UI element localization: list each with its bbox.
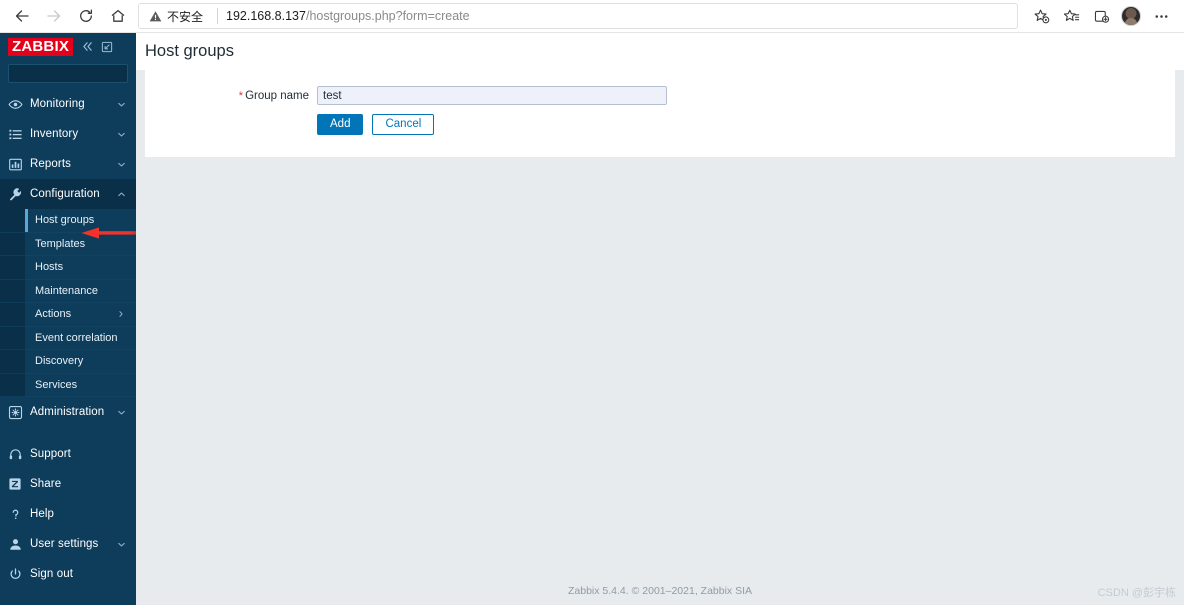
chevron-right-icon[interactable] <box>117 310 125 318</box>
sidebar-search-wrap <box>0 60 168 89</box>
eye-icon <box>8 97 30 112</box>
more-options-icon[interactable] <box>1146 1 1176 31</box>
submenu-label: Services <box>35 378 78 391</box>
chevron-double-left-icon[interactable] <box>81 40 94 53</box>
security-label: 不安全 <box>167 9 204 24</box>
sidebar-item-administration[interactable]: Administration <box>0 397 136 427</box>
chevron-down-icon[interactable] <box>117 100 136 109</box>
chevron-down-icon[interactable] <box>117 540 136 549</box>
sidebar-item-hosts[interactable]: Hosts <box>0 256 136 280</box>
submenu-label: Maintenance <box>35 284 98 297</box>
user-icon <box>8 537 30 552</box>
add-button[interactable]: Add <box>317 114 364 135</box>
url-host: 192.168.8.137 <box>226 9 306 23</box>
sidebar-item-reports[interactable]: Reports <box>0 149 136 179</box>
chevron-down-icon[interactable] <box>117 130 136 139</box>
host-group-form: *Group name Add Cancel <box>145 70 1175 157</box>
group-name-row: * Group name <box>145 86 1175 105</box>
search-input[interactable] <box>14 67 156 80</box>
sidebar-item-label: Inventory <box>30 128 79 140</box>
csdn-watermark: CSDN @彭宇栋 <box>1097 587 1176 599</box>
bar-chart-icon <box>8 157 30 172</box>
cancel-button[interactable]: Cancel <box>372 114 435 135</box>
sidebar-item-help[interactable]: Help <box>0 499 136 529</box>
avatar <box>1121 6 1141 26</box>
sidebar-item-inventory[interactable]: Inventory <box>0 119 136 149</box>
list-icon <box>8 127 30 142</box>
required-marker: * <box>238 89 244 102</box>
submenu-label: Actions <box>35 308 72 321</box>
page-header: Host groups <box>136 33 1184 70</box>
page-footer: Zabbix 5.4.4. © 2001–2021, Zabbix SIA <box>567 585 753 597</box>
sidebar-item-discovery[interactable]: Discovery <box>0 350 136 374</box>
submenu-label: Templates <box>35 237 86 250</box>
sidebar-item-label: Reports <box>30 158 71 170</box>
sidebar-item-monitoring[interactable]: Monitoring <box>0 89 136 119</box>
sidebar-item-label: Support <box>30 448 71 460</box>
browser-toolbar-right <box>1026 1 1184 31</box>
page-title: Host groups <box>145 42 234 60</box>
sidebar-item-label: Help <box>30 508 55 520</box>
home-button[interactable] <box>102 0 134 32</box>
security-indicator[interactable]: 不安全 <box>145 8 209 25</box>
chevron-down-icon[interactable] <box>117 160 136 169</box>
collections-icon[interactable] <box>1086 1 1116 31</box>
headset-icon <box>8 447 30 462</box>
add-to-collections-icon[interactable] <box>1026 1 1056 31</box>
sidebar-item-sign-out[interactable]: Sign out <box>0 559 136 589</box>
url-path: /hostgroups.php?form=create <box>305 9 470 23</box>
sidebar-item-services[interactable]: Services <box>0 374 136 397</box>
zabbix-logo[interactable]: ZABBIX <box>8 37 74 56</box>
reload-button[interactable] <box>70 0 102 32</box>
sidebar-item-actions[interactable]: Actions <box>0 303 136 327</box>
zabbix-share-icon <box>8 477 30 491</box>
search-box[interactable] <box>8 64 168 83</box>
submenu-label: Discovery <box>35 355 84 368</box>
question-mark-icon <box>8 507 30 522</box>
sidebar: ZABBIX Monitoring Inventory Reports Conf… <box>0 33 168 605</box>
sidebar-item-label: User settings <box>30 538 99 550</box>
forward-button[interactable] <box>38 0 70 32</box>
sidebar-item-user-settings[interactable]: User settings <box>0 529 136 559</box>
configuration-submenu: Host groups Templates Hosts Maintenance … <box>0 209 136 397</box>
sidebar-item-templates[interactable]: Templates <box>0 233 136 256</box>
sidebar-item-support[interactable]: Support <box>0 439 136 469</box>
group-name-label-text: Group name <box>245 89 309 102</box>
sidebar-item-share[interactable]: Share <box>0 469 136 499</box>
sidebar-item-configuration[interactable]: Configuration <box>0 179 136 209</box>
address-bar[interactable]: 不安全 192.168.8.137/hostgroups.php?form=cr… <box>138 3 1018 29</box>
sidebar-item-maintenance[interactable]: Maintenance <box>0 280 136 303</box>
sidebar-item-host-groups[interactable]: Host groups <box>0 209 136 233</box>
url-display: 192.168.8.137/hostgroups.php?form=create <box>226 9 1011 23</box>
sidebar-item-label: Share <box>30 478 62 490</box>
browser-toolbar: 不安全 192.168.8.137/hostgroups.php?form=cr… <box>0 0 1184 33</box>
collapse-panel-icon[interactable] <box>101 41 113 53</box>
main-content: Host groups *Group name Add Cancel Zabbi… <box>136 33 1184 605</box>
group-name-input[interactable] <box>317 86 667 105</box>
sidebar-item-label: Sign out <box>30 568 73 580</box>
warning-triangle-icon <box>149 10 162 21</box>
group-name-label: * Group name <box>145 90 317 102</box>
sidebar-header: ZABBIX <box>0 33 136 60</box>
sidebar-header-icons <box>81 40 113 53</box>
profile-avatar[interactable] <box>1116 1 1146 31</box>
sidebar-item-label: Configuration <box>30 188 100 200</box>
sidebar-item-label: Administration <box>30 406 105 418</box>
power-icon <box>8 567 30 582</box>
sidebar-item-label: Monitoring <box>30 98 85 110</box>
form-actions: Add Cancel <box>145 114 1175 135</box>
submenu-label: Host groups <box>35 214 95 227</box>
submenu-label: Hosts <box>35 261 64 274</box>
submenu-label: Event correlation <box>35 331 118 344</box>
chevron-up-icon[interactable] <box>117 190 136 199</box>
wrench-icon <box>8 187 30 202</box>
gear-icon <box>8 405 30 420</box>
favorites-icon[interactable] <box>1056 1 1086 31</box>
sidebar-item-event-correlation[interactable]: Event correlation <box>0 327 136 350</box>
chevron-down-icon[interactable] <box>117 408 136 417</box>
back-button[interactable] <box>6 0 38 32</box>
omnibox-divider <box>217 8 219 24</box>
